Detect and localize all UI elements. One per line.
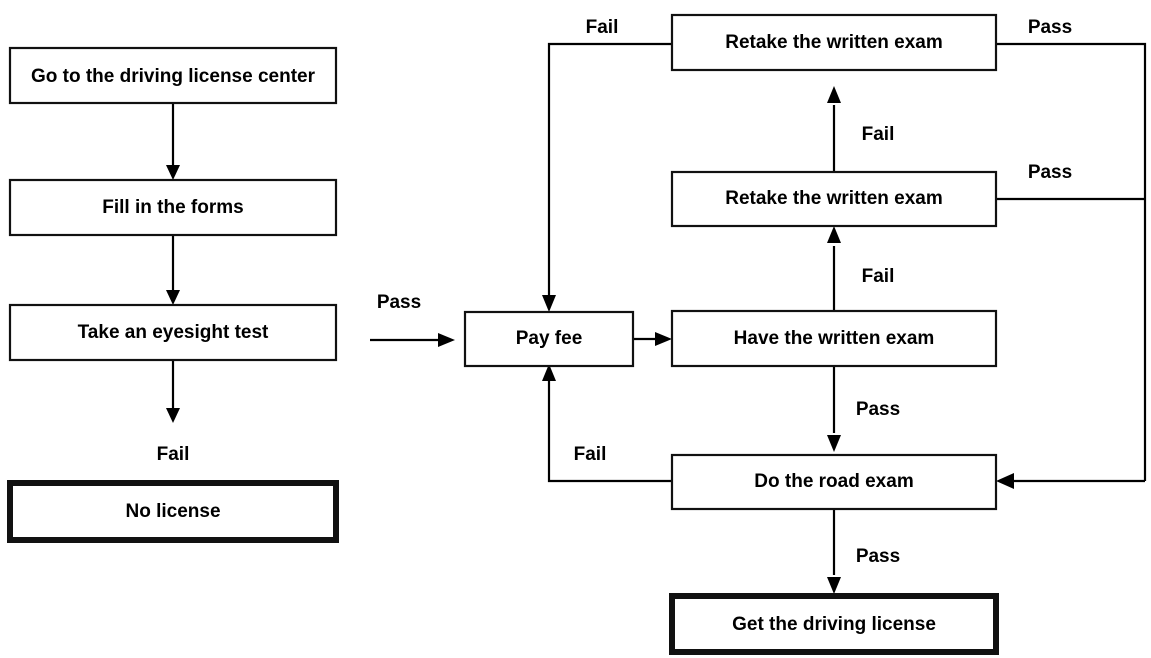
node-pay-fee[interactable]: Pay fee xyxy=(463,310,635,368)
node-retake-the-written-exam-top[interactable]: Retake the written exam xyxy=(670,13,998,72)
node-have-the-written-exam[interactable]: Have the written exam xyxy=(670,309,998,368)
edge-eyesight-to-no-license: Fail xyxy=(157,360,190,465)
node-do-the-road-exam[interactable]: Do the road exam xyxy=(670,453,998,511)
edge-eyesight-to-pay-fee: Pass xyxy=(370,292,455,347)
edge-retake-top-to-road-exam: Pass xyxy=(996,17,1147,481)
edge-retake-mid-to-road-exam: Pass xyxy=(996,162,1145,201)
edge-label-pass-retake-top: Pass xyxy=(1028,17,1072,38)
node-label-no-license: No license xyxy=(125,501,220,522)
node-label-retake-the-written-exam-top: Retake the written exam xyxy=(725,32,943,53)
edge-right-rail-to-road-exam xyxy=(996,473,1145,489)
node-retake-the-written-exam-middle[interactable]: Retake the written exam xyxy=(670,170,998,228)
node-label-go-to-driving-license-center: Go to the driving license center xyxy=(31,66,316,87)
node-take-an-eyesight-test[interactable]: Take an eyesight test xyxy=(8,303,338,362)
edge-road-exam-to-get-license: Pass xyxy=(827,509,900,594)
node-go-to-driving-license-center[interactable]: Go to the driving license center xyxy=(8,46,338,105)
driving-license-flowchart: Fail Pass Fail Fail Pass Fail Pass Pass … xyxy=(7,13,1147,655)
edge-label-fail-retake-mid: Fail xyxy=(862,124,895,145)
flowchart-canvas: Fail Pass Fail Fail Pass Fail Pass Pass … xyxy=(0,0,1151,658)
node-label-retake-the-written-exam-middle: Retake the written exam xyxy=(725,188,943,209)
edge-have-written-to-retake-mid: Fail xyxy=(827,226,894,311)
edge-label-fail-have-written: Fail xyxy=(862,266,895,287)
node-fill-in-the-forms[interactable]: Fill in the forms xyxy=(8,178,338,237)
node-label-take-an-eyesight-test: Take an eyesight test xyxy=(78,322,269,343)
edge-label-fail-eyesight: Fail xyxy=(157,444,190,465)
node-label-have-the-written-exam: Have the written exam xyxy=(734,328,935,349)
edge-pay-fee-to-have-written xyxy=(633,332,672,346)
edge-retake-mid-to-retake-top: Fail xyxy=(827,86,894,172)
edge-road-exam-to-pay-fee: Fail xyxy=(542,364,672,483)
edge-label-fail-retake-top: Fail xyxy=(586,17,619,38)
node-label-do-the-road-exam: Do the road exam xyxy=(754,471,913,492)
node-no-license[interactable]: No license xyxy=(7,480,339,543)
edge-label-fail-road-exam: Fail xyxy=(574,444,607,465)
edge-label-pass-eyesight: Pass xyxy=(377,292,421,313)
node-label-fill-in-the-forms: Fill in the forms xyxy=(102,197,243,218)
edge-center-to-forms xyxy=(166,103,180,180)
edge-forms-to-eyesight xyxy=(166,235,180,305)
node-label-pay-fee: Pay fee xyxy=(516,328,583,349)
edge-label-pass-road-exam: Pass xyxy=(856,546,900,567)
edge-label-pass-retake-mid: Pass xyxy=(1028,162,1072,183)
edge-retake-top-to-pay-fee: Fail xyxy=(542,17,672,312)
node-label-get-the-driving-license: Get the driving license xyxy=(732,614,936,635)
edge-label-pass-have-written: Pass xyxy=(856,399,900,420)
node-get-the-driving-license[interactable]: Get the driving license xyxy=(669,593,999,655)
edge-have-written-to-road-exam: Pass xyxy=(827,366,900,452)
